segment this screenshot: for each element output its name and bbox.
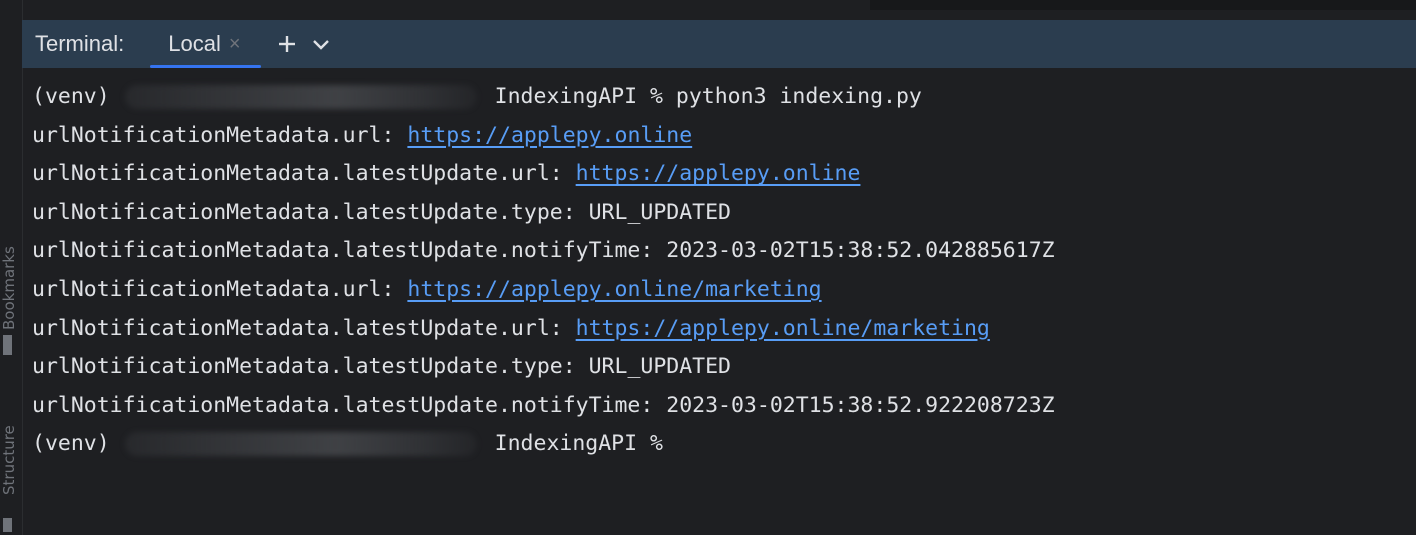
output-key: urlNotificationMetadata.url: bbox=[32, 276, 408, 302]
redacted-path bbox=[124, 432, 477, 457]
redacted-path bbox=[124, 85, 477, 109]
tab-local-label: Local bbox=[168, 31, 221, 56]
chevron-down-icon bbox=[312, 40, 329, 50]
prompt-command: python3 indexing.py bbox=[675, 84, 922, 109]
output-key: urlNotificationMetadata.latestUpdate.not… bbox=[32, 238, 667, 264]
structure-icon[interactable] bbox=[3, 518, 12, 532]
output-value: URL_UPDATED bbox=[588, 354, 731, 380]
new-tab-button[interactable] bbox=[273, 30, 301, 58]
plus-icon bbox=[278, 36, 295, 52]
output-line: urlNotificationMetadata.url: https://app… bbox=[32, 271, 1402, 310]
output-value: URL_UPDATED bbox=[588, 199, 731, 225]
output-key: urlNotificationMetadata.url: bbox=[32, 122, 408, 148]
prompt-line-current: (venv) IndexingAPI % bbox=[32, 425, 1402, 464]
prompt-line: (venv) IndexingAPI % python3 indexing.py bbox=[32, 78, 1402, 117]
output-line: urlNotificationMetadata.latestUpdate.url… bbox=[32, 155, 1402, 194]
prompt-env: (venv) bbox=[32, 431, 110, 457]
structure-tool-label[interactable]: Structure bbox=[0, 425, 18, 495]
output-link[interactable]: https://applepy.online bbox=[576, 161, 861, 186]
output-key: urlNotificationMetadata.latestUpdate.typ… bbox=[32, 199, 589, 225]
prompt-env: (venv) bbox=[32, 84, 110, 109]
output-link[interactable]: https://applepy.online/marketing bbox=[407, 277, 821, 302]
output-line: urlNotificationMetadata.latestUpdate.url… bbox=[32, 310, 1402, 349]
output-key: urlNotificationMetadata.latestUpdate.not… bbox=[32, 392, 667, 418]
output-line: urlNotificationMetadata.latestUpdate.typ… bbox=[32, 348, 1402, 387]
output-key: urlNotificationMetadata.latestUpdate.url… bbox=[32, 161, 576, 187]
tab-local[interactable]: Local × bbox=[148, 20, 262, 68]
output-link[interactable]: https://applepy.online bbox=[407, 123, 692, 148]
active-tab-indicator bbox=[150, 65, 261, 68]
bookmarks-tool-label[interactable]: Bookmarks bbox=[0, 246, 18, 330]
terminal-tool-label: Terminal: bbox=[35, 31, 125, 56]
prompt-dir: IndexingAPI % bbox=[494, 431, 663, 457]
terminal-tab-bar: Terminal: Local × bbox=[22, 20, 1416, 68]
bookmarks-icon[interactable] bbox=[3, 335, 12, 355]
ide-window: Bookmarks Structure Terminal: Local × (v… bbox=[0, 0, 1416, 535]
output-line: urlNotificationMetadata.url: https://app… bbox=[32, 117, 1402, 156]
output-line: urlNotificationMetadata.latestUpdate.typ… bbox=[32, 194, 1402, 233]
output-value: 2023-03-02T15:38:52.042885617Z bbox=[666, 238, 1055, 264]
output-line: urlNotificationMetadata.latestUpdate.not… bbox=[32, 232, 1402, 271]
output-line: urlNotificationMetadata.latestUpdate.not… bbox=[32, 387, 1402, 426]
output-value: 2023-03-02T15:38:52.922208723Z bbox=[666, 392, 1055, 418]
top-strip bbox=[0, 0, 1416, 10]
output-key: urlNotificationMetadata.latestUpdate.typ… bbox=[32, 354, 589, 380]
top-strip-segment bbox=[870, 0, 1416, 10]
left-tool-strip: Bookmarks Structure bbox=[0, 0, 23, 535]
output-link[interactable]: https://applepy.online/marketing bbox=[576, 316, 990, 341]
terminal-output[interactable]: (venv) IndexingAPI % python3 indexing.py … bbox=[32, 78, 1402, 464]
close-icon[interactable]: × bbox=[229, 33, 241, 56]
prompt-dir: IndexingAPI % bbox=[494, 84, 663, 109]
output-key: urlNotificationMetadata.latestUpdate.url… bbox=[32, 315, 576, 341]
tab-dropdown-button[interactable] bbox=[307, 30, 335, 58]
